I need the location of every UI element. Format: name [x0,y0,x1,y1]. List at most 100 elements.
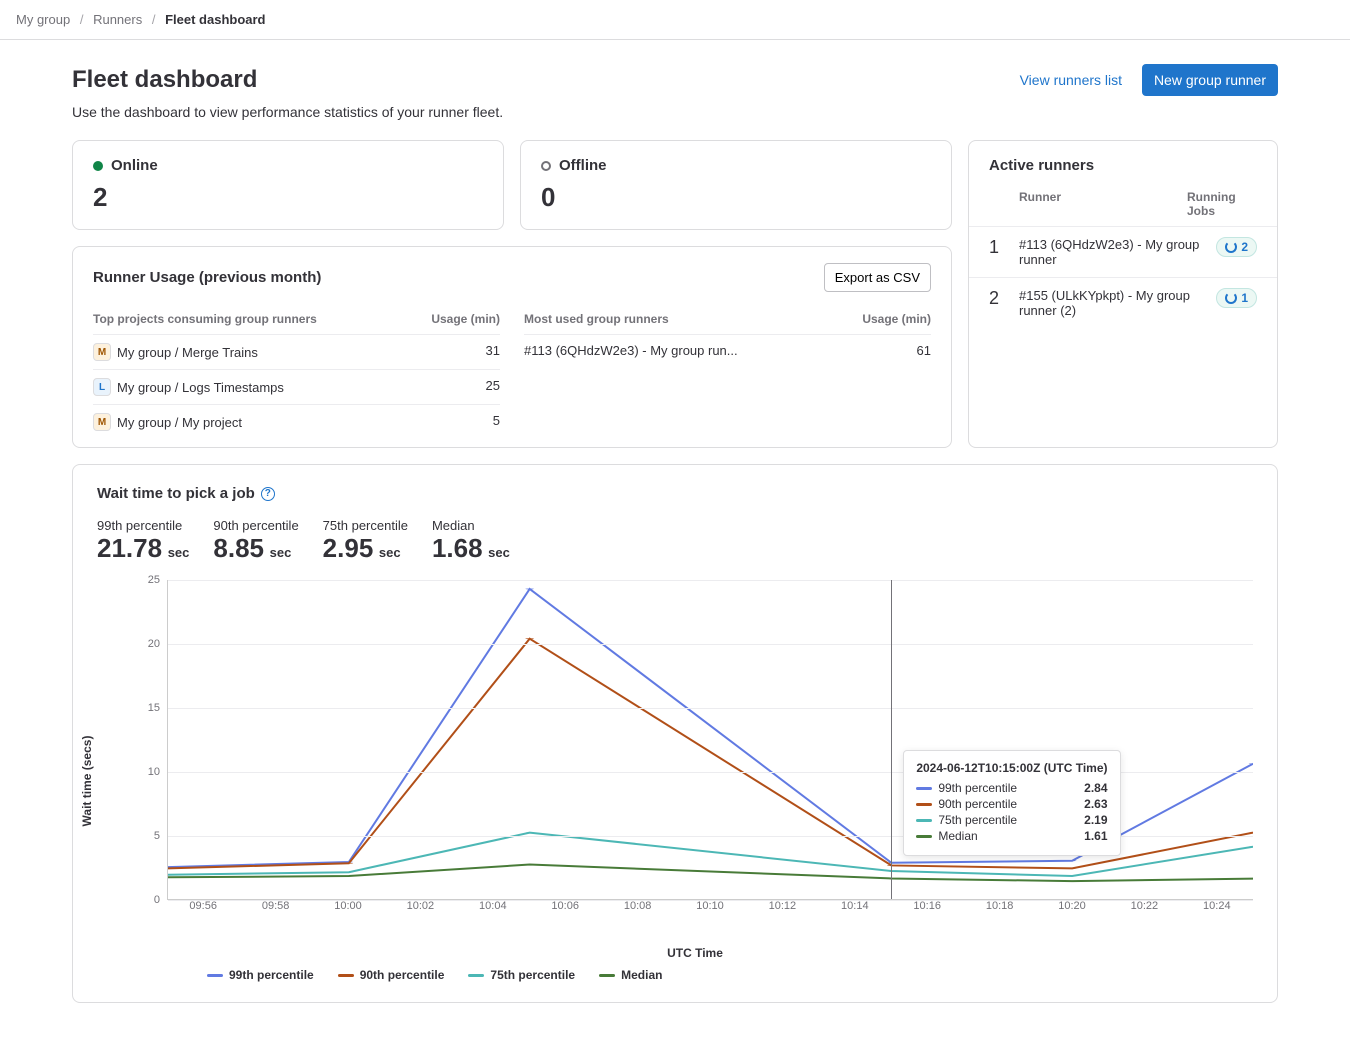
project-avatar: L [93,378,111,396]
chart-tooltip: 2024-06-12T10:15:00Z (UTC Time)99th perc… [903,750,1120,856]
usage-value: 61 [917,343,931,358]
usage-value: 5 [493,413,500,431]
th-running-jobs: Running Jobs [1187,190,1257,218]
percentile-stat: Median1.68 sec [432,518,510,564]
y-tick: 20 [148,638,160,650]
x-tick: 10:06 [551,900,579,912]
online-value: 2 [93,182,483,213]
x-tick: 10:04 [479,900,507,912]
online-dot-icon [93,161,103,171]
table-row: #113 (6QHdzW2e3) - My group run... 61 [524,335,931,366]
spinner-icon [1225,241,1237,253]
percentile-label: 75th percentile [323,518,408,533]
percentile-value: 1.68 [432,533,483,563]
most-used-runners-table: Most used group runnersUsage (min) #113 … [524,304,931,439]
chart-ylabel: Wait time (secs) [80,736,94,827]
usage-title: Runner Usage (previous month) [93,269,321,286]
x-tick: 10:22 [1131,900,1159,912]
row-index: 2 [989,288,1019,309]
table-row: L My group / Logs Timestamps 25 [93,370,500,405]
active-runners-title: Active runners [969,157,1277,182]
percentile-unit: sec [164,545,189,560]
breadcrumb-current: Fleet dashboard [165,12,265,27]
th-usage: Usage (min) [431,312,500,326]
percentile-stat: 99th percentile21.78 sec [97,518,189,564]
top-projects-table: Top projects consuming group runners Usag… [93,304,500,439]
chart-title: Wait time to pick a job [97,485,255,502]
legend-swatch [338,974,354,977]
percentile-unit: sec [375,545,400,560]
export-csv-button[interactable]: Export as CSV [824,263,931,292]
project-avatar: M [93,343,111,361]
wait-time-chart-card: Wait time to pick a job ? 99th percentil… [72,464,1278,1003]
x-tick: 09:56 [189,900,217,912]
th-runner: Runner [1019,190,1187,218]
legend-label: 99th percentile [229,968,314,982]
x-tick: 10:18 [986,900,1014,912]
x-tick: 10:12 [769,900,797,912]
chart-hover-line [891,580,892,899]
x-tick: 10:20 [1058,900,1086,912]
usage-value: 25 [486,378,500,396]
x-tick: 10:10 [696,900,724,912]
y-tick: 5 [154,830,160,842]
usage-value: 31 [486,343,500,361]
runner-name[interactable]: #155 (ULkKYpkpt) - My group runner (2) [1019,288,1207,318]
legend-swatch [468,974,484,977]
legend-swatch [207,974,223,977]
legend-label: 90th percentile [360,968,445,982]
x-tick: 10:08 [624,900,652,912]
online-card: Online 2 [72,140,504,230]
breadcrumb-sep: / [80,12,84,27]
percentile-stat: 90th percentile8.85 sec [213,518,298,564]
table-row: M My group / Merge Trains 31 [93,335,500,370]
runner-name[interactable]: #113 (6QHdzW2e3) - My group run... [524,343,738,358]
online-label: Online [111,157,158,174]
row-index: 1 [989,237,1019,258]
offline-value: 0 [541,182,931,213]
running-jobs-badge[interactable]: 2 [1216,237,1257,257]
breadcrumb: My group / Runners / Fleet dashboard [0,0,1350,40]
percentile-value: 2.95 [323,533,374,563]
spinner-icon [1225,292,1237,304]
view-runners-link[interactable]: View runners list [1020,72,1122,88]
x-tick: 10:00 [334,900,362,912]
legend-swatch [599,974,615,977]
y-tick: 0 [154,894,160,906]
table-row: 2#155 (ULkKYpkpt) - My group runner (2) 1 [969,277,1277,328]
project-name[interactable]: My group / Merge Trains [117,345,258,360]
x-tick: 10:24 [1203,900,1231,912]
project-avatar: M [93,413,111,431]
project-name[interactable]: My group / Logs Timestamps [117,380,284,395]
percentile-label: Median [432,518,510,533]
percentile-unit: sec [266,545,291,560]
percentile-unit: sec [485,545,510,560]
x-tick: 10:02 [407,900,435,912]
y-tick: 25 [148,574,160,586]
runner-name[interactable]: #113 (6QHdzW2e3) - My group runner [1019,237,1207,267]
new-group-runner-button[interactable]: New group runner [1142,64,1278,96]
active-runners-card: Active runners Runner Running Jobs 1#113… [968,140,1278,448]
help-icon[interactable]: ? [261,487,275,501]
th-usage: Usage (min) [862,312,931,326]
legend-item[interactable]: 75th percentile [468,968,575,982]
percentile-value: 8.85 [213,533,264,563]
breadcrumb-group[interactable]: My group [16,12,70,27]
table-row: M My group / My project 5 [93,405,500,439]
chart-plot[interactable]: 05101520252024-06-12T10:15:00Z (UTC Time… [167,580,1253,900]
percentile-stat: 75th percentile2.95 sec [323,518,408,564]
page-subtitle: Use the dashboard to view performance st… [72,104,1278,120]
th-projects: Top projects consuming group runners [93,312,317,326]
legend-item[interactable]: 99th percentile [207,968,314,982]
tooltip-title: 2024-06-12T10:15:00Z (UTC Time) [916,761,1107,775]
breadcrumb-runners[interactable]: Runners [93,12,142,27]
running-jobs-badge[interactable]: 1 [1216,288,1257,308]
legend-label: 75th percentile [490,968,575,982]
legend-item[interactable]: 90th percentile [338,968,445,982]
breadcrumb-sep: / [152,12,156,27]
offline-label: Offline [559,157,607,174]
project-name[interactable]: My group / My project [117,415,242,430]
x-tick: 10:14 [841,900,869,912]
legend-item[interactable]: Median [599,968,662,982]
x-tick: 09:58 [262,900,290,912]
